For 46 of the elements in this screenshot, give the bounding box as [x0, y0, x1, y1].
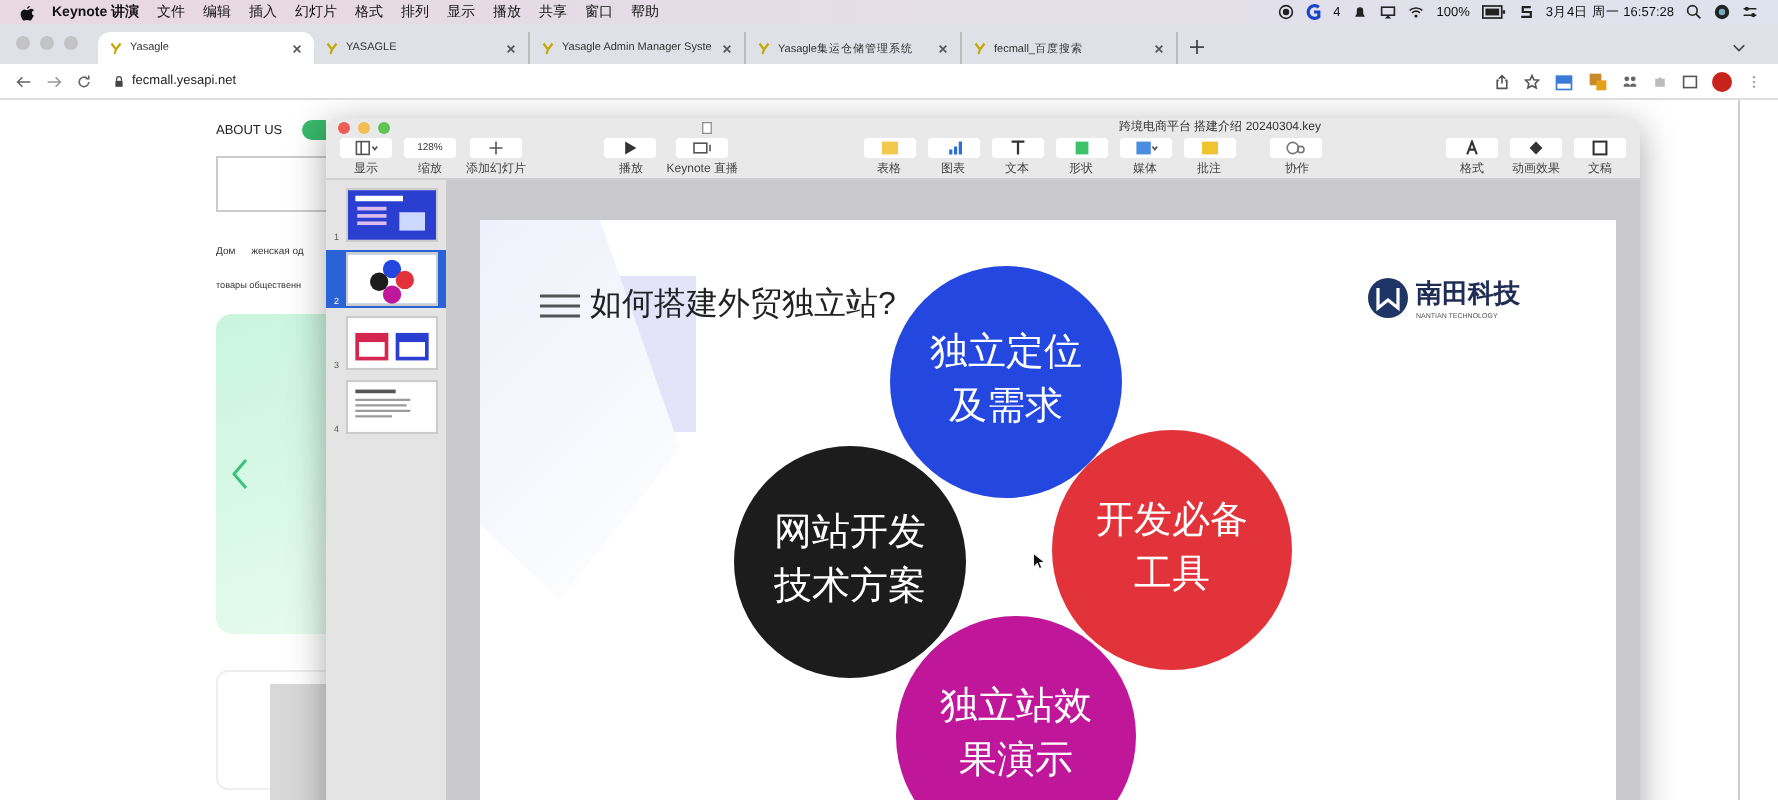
logo-icon	[1368, 278, 1408, 318]
close-icon[interactable]	[1154, 43, 1164, 53]
pill-button[interactable]	[302, 120, 326, 140]
battery-icon[interactable]	[1481, 4, 1506, 20]
logo-name: 南田科技	[1416, 276, 1520, 312]
control-center-icon[interactable]	[1742, 4, 1758, 20]
back-icon[interactable]	[16, 73, 32, 89]
star-icon[interactable]	[1524, 73, 1540, 89]
app-status-icon[interactable]	[1305, 4, 1322, 20]
apple-icon[interactable]	[20, 3, 34, 21]
favicon-icon	[110, 42, 122, 54]
favicon-icon	[974, 42, 986, 54]
lines-icon	[540, 293, 580, 317]
pointer-icon	[1032, 552, 1044, 570]
favicon-icon	[542, 42, 554, 54]
people-icon[interactable]	[1622, 73, 1638, 89]
chevron-down-icon[interactable]	[1732, 40, 1746, 54]
close-icon[interactable]	[506, 43, 516, 53]
close-icon[interactable]	[292, 43, 302, 53]
reload-icon[interactable]	[76, 73, 92, 89]
input-method-icon[interactable]	[1517, 4, 1534, 20]
display-icon[interactable]	[1380, 4, 1397, 20]
circle-shape: 开发必备工具	[1052, 430, 1292, 670]
lock-icon	[114, 75, 124, 87]
siri-icon[interactable]	[1714, 4, 1730, 20]
side-panel-icon[interactable]	[1682, 73, 1698, 89]
close-icon[interactable]	[722, 43, 732, 53]
document-icon	[702, 121, 713, 133]
favicon-icon	[758, 42, 770, 54]
circle-shape: 独立站效果演示	[896, 616, 1136, 800]
search-icon[interactable]	[1686, 4, 1702, 20]
favicon-icon	[326, 42, 338, 54]
extension-icon[interactable]	[1554, 71, 1574, 91]
forward-icon[interactable]	[46, 73, 62, 89]
record-icon[interactable]	[1277, 4, 1294, 20]
wifi-icon[interactable]	[1408, 4, 1425, 20]
close-icon[interactable]	[938, 43, 948, 53]
extension-icon[interactable]	[1588, 71, 1608, 91]
slide-title: 如何搭建外贸独立站?	[590, 285, 896, 326]
circle-shape: 网站开发技术方案	[734, 446, 966, 678]
avatar-icon[interactable]	[1712, 71, 1732, 91]
bell-icon[interactable]	[1352, 4, 1369, 20]
share-icon[interactable]	[1494, 73, 1510, 89]
new-tab-icon[interactable]	[1190, 40, 1204, 54]
close-button[interactable]	[338, 121, 350, 133]
view-icon	[350, 140, 382, 156]
